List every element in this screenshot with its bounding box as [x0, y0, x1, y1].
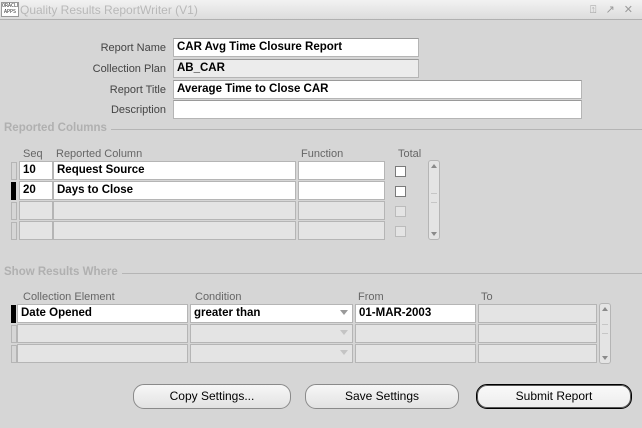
- report-title-field[interactable]: Average Time to Close CAR: [173, 80, 582, 99]
- scroll-down-icon[interactable]: [431, 232, 437, 236]
- row-indicator[interactable]: [11, 222, 17, 240]
- collection-element-cell[interactable]: [17, 324, 188, 343]
- to-cell[interactable]: [478, 324, 597, 343]
- report-title-label: Report Title: [109, 84, 166, 96]
- reported-column-cell[interactable]: Request Source: [53, 161, 296, 180]
- from-header: From: [358, 291, 384, 303]
- show-results-where-title: Show Results Where: [2, 266, 122, 278]
- to-cell[interactable]: [478, 304, 597, 323]
- scroll-up-icon[interactable]: [602, 307, 608, 311]
- title-bar: ORACLE APPS Quality Results ReportWriter…: [0, 0, 642, 20]
- chevron-down-icon[interactable]: [340, 350, 348, 355]
- submit-report-button[interactable]: Submit Report: [476, 384, 632, 409]
- reported-column-cell[interactable]: Days to Close: [53, 181, 296, 200]
- scroll-up-icon[interactable]: [431, 164, 437, 168]
- window-title: Quality Results ReportWriter (V1): [20, 3, 198, 17]
- reported-columns-title: Reported Columns: [2, 122, 111, 134]
- from-cell[interactable]: [355, 324, 476, 343]
- from-cell[interactable]: [355, 344, 476, 363]
- total-header: Total: [398, 148, 422, 160]
- scroll-thumb[interactable]: [431, 193, 437, 203]
- condition-header: Condition: [195, 291, 242, 303]
- collection-element-header: Collection Element: [23, 291, 115, 303]
- description-label: Description: [110, 104, 166, 116]
- description-field[interactable]: [173, 100, 582, 119]
- report-name-field[interactable]: CAR Avg Time Closure Report: [173, 38, 419, 57]
- chevron-down-icon[interactable]: [340, 330, 348, 335]
- function-cell[interactable]: [298, 161, 385, 180]
- seq-cell[interactable]: [19, 221, 53, 240]
- function-header: Function: [301, 148, 344, 160]
- chevron-down-icon[interactable]: [340, 310, 348, 315]
- reported-column-cell[interactable]: [53, 201, 296, 220]
- condition-select[interactable]: greater than: [190, 304, 353, 323]
- minimize-icon[interactable]: ⍐: [590, 4, 600, 16]
- row-indicator-active[interactable]: [11, 305, 16, 323]
- scroll-thumb[interactable]: [602, 324, 608, 334]
- function-cell[interactable]: [298, 221, 385, 240]
- reported-column-header: Reported Column: [56, 148, 143, 160]
- seq-cell[interactable]: 10: [19, 161, 53, 180]
- from-cell[interactable]: 01-MAR-2003: [355, 304, 476, 323]
- collection-plan-field[interactable]: AB_CAR: [173, 59, 419, 78]
- report-name-label: Report Name: [100, 42, 166, 54]
- scroll-down-icon[interactable]: [602, 356, 608, 360]
- function-cell[interactable]: [298, 181, 385, 200]
- seq-header: Seq: [23, 148, 43, 160]
- condition-select[interactable]: [190, 324, 353, 343]
- reported-column-cell[interactable]: [53, 221, 296, 240]
- collection-element-cell[interactable]: Date Opened: [17, 304, 188, 323]
- total-checkbox[interactable]: [395, 166, 406, 177]
- condition-select[interactable]: [190, 344, 353, 363]
- close-icon[interactable]: ✕: [624, 4, 636, 16]
- maximize-icon[interactable]: ↗: [606, 4, 618, 16]
- seq-cell[interactable]: [19, 201, 53, 220]
- row-indicator[interactable]: [11, 162, 17, 180]
- copy-settings-button[interactable]: Copy Settings...: [133, 384, 291, 409]
- show-results-scrollbar[interactable]: [599, 303, 611, 364]
- seq-cell[interactable]: 20: [19, 181, 53, 200]
- oracle-app-icon: ORACLE APPS: [1, 2, 19, 17]
- row-indicator[interactable]: [11, 202, 17, 220]
- total-checkbox[interactable]: [395, 186, 406, 197]
- row-indicator-active[interactable]: [11, 182, 16, 200]
- total-checkbox[interactable]: [395, 226, 406, 237]
- collection-plan-label: Collection Plan: [92, 63, 166, 75]
- save-settings-button[interactable]: Save Settings: [305, 384, 459, 409]
- window-controls: ⍐ ↗ ✕: [590, 3, 636, 17]
- to-cell[interactable]: [478, 344, 597, 363]
- to-header: To: [481, 291, 493, 303]
- total-checkbox[interactable]: [395, 206, 406, 217]
- function-cell[interactable]: [298, 201, 385, 220]
- reported-columns-scrollbar[interactable]: [428, 160, 440, 240]
- collection-element-cell[interactable]: [17, 344, 188, 363]
- condition-value: greater than: [194, 307, 261, 319]
